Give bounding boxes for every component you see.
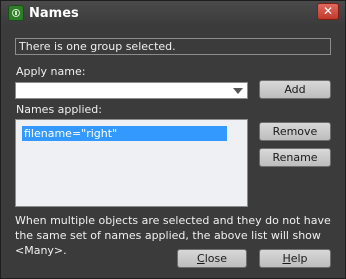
help-button[interactable]: Help [259,249,331,268]
names-app-icon [8,5,24,21]
names-applied-list[interactable]: filename="right" [15,119,248,207]
rename-button[interactable]: Rename [259,148,331,167]
remove-button[interactable]: Remove [259,122,331,141]
close-icon[interactable]: ✕ [317,3,339,20]
close-button[interactable]: Close [177,249,247,268]
names-applied-label: Names applied: [16,103,102,116]
add-button[interactable]: Add [259,80,331,99]
apply-name-combobox[interactable] [15,82,248,99]
selection-status: There is one group selected. [15,38,331,55]
chevron-down-icon[interactable] [233,88,243,94]
help-button-label: elp [290,252,308,265]
help-button-mnemonic: H [282,252,291,265]
title-bar[interactable]: Names ✕ [1,1,345,27]
dialog-title: Names [29,6,79,21]
close-button-label: lose [204,252,227,265]
list-item[interactable]: filename="right" [22,126,227,141]
close-button-mnemonic: C [197,252,205,265]
names-dialog: Names ✕ There is one group selected. App… [0,0,346,279]
apply-name-label: Apply name: [16,65,86,78]
